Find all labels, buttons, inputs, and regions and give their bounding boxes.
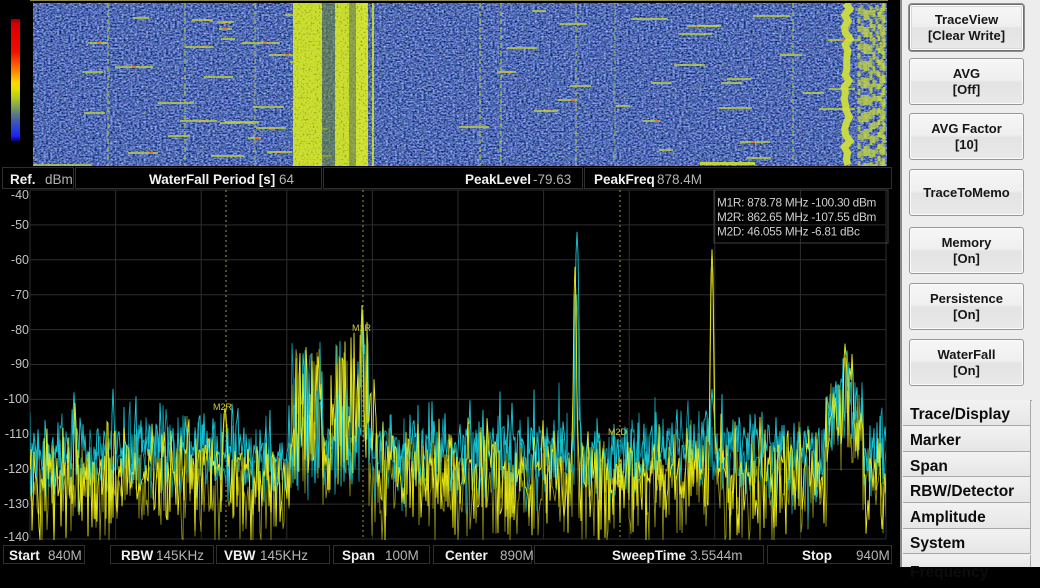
svg-text:-100: -100 bbox=[4, 392, 29, 406]
svg-text:M2D: M2D bbox=[608, 427, 628, 437]
svg-text:M1R: M1R bbox=[352, 323, 372, 333]
svg-text:-50: -50 bbox=[11, 218, 29, 232]
svg-text:-40: -40 bbox=[11, 188, 29, 202]
svg-text:-70: -70 bbox=[11, 288, 29, 302]
svg-text:M2R: 862.65 MHz -107.55 dBm: M2R: 862.65 MHz -107.55 dBm bbox=[717, 210, 877, 224]
svg-text:-120: -120 bbox=[4, 462, 29, 476]
svg-text:-140: -140 bbox=[4, 530, 29, 544]
svg-text:-60: -60 bbox=[11, 253, 29, 267]
svg-text:-130: -130 bbox=[4, 497, 29, 511]
svg-text:-80: -80 bbox=[11, 323, 29, 337]
svg-text:M2D: 46.055 MHz -6.81 dBc: M2D: 46.055 MHz -6.81 dBc bbox=[717, 225, 860, 239]
svg-text:M2R: M2R bbox=[213, 402, 233, 412]
svg-text:-110: -110 bbox=[5, 427, 29, 441]
svg-text:-90: -90 bbox=[11, 357, 29, 371]
svg-text:M1R: 878.78 MHz -100.30 dBm: M1R: 878.78 MHz -100.30 dBm bbox=[717, 196, 877, 210]
